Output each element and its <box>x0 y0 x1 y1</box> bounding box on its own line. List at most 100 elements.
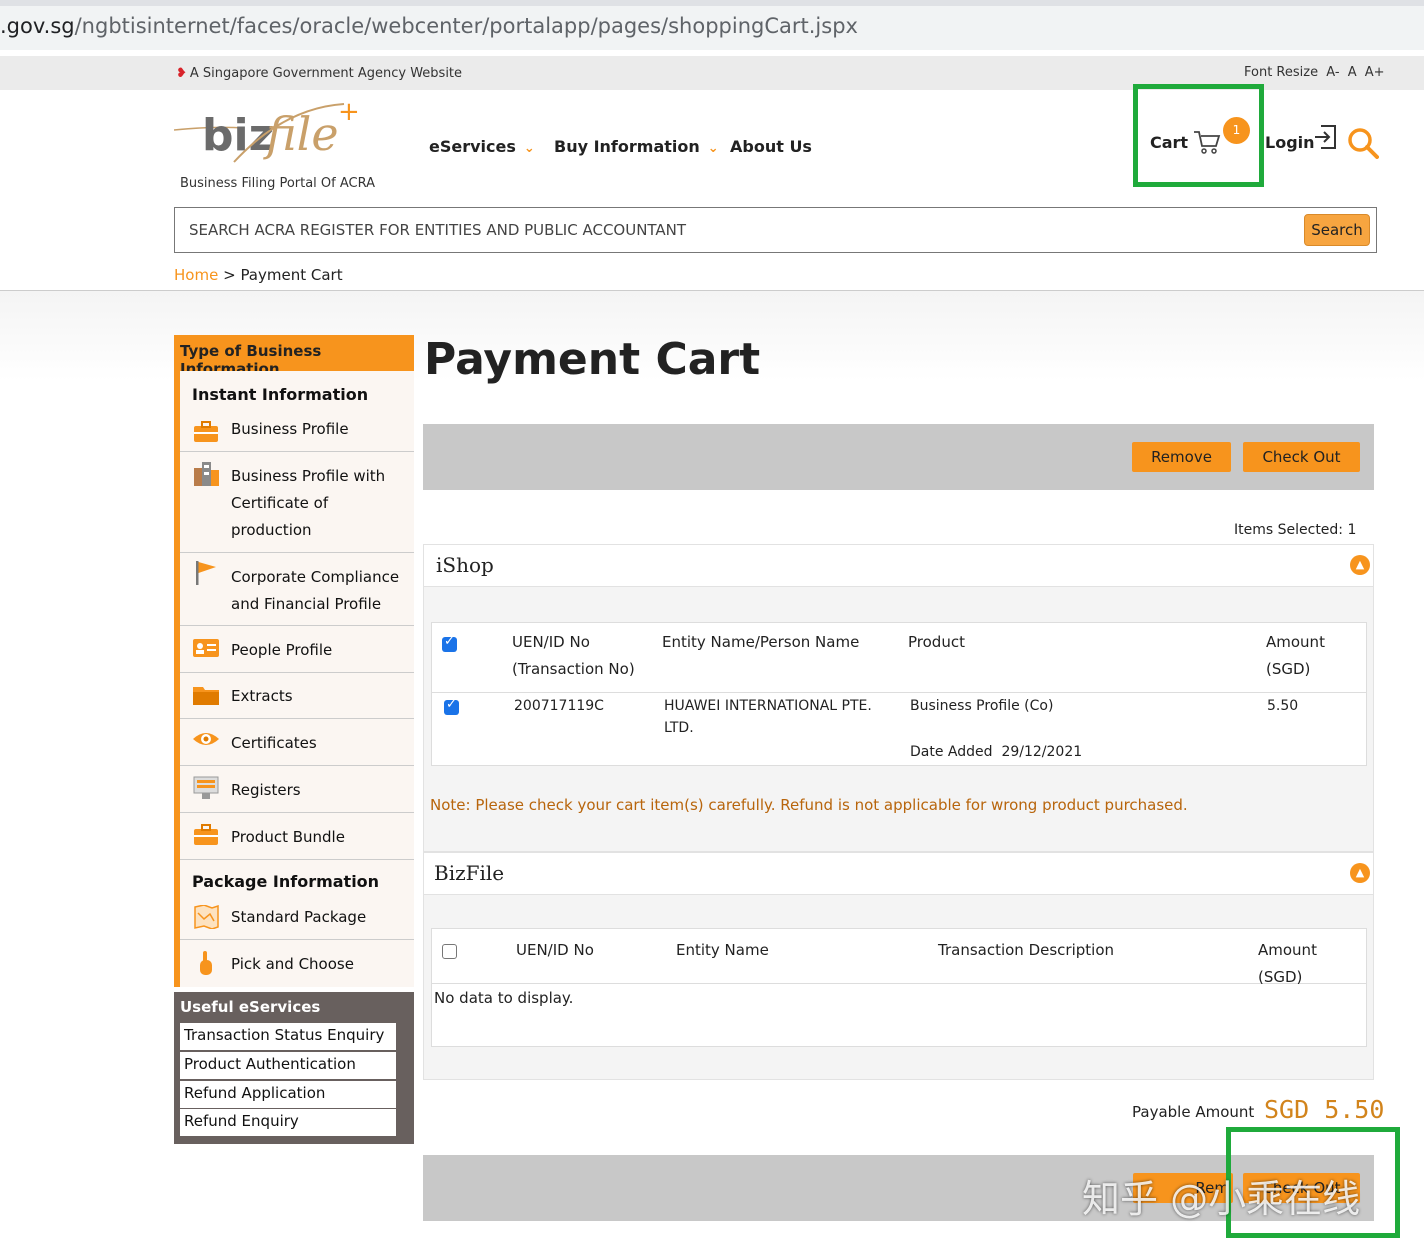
col-uen: UEN/ID No (Transaction No) <box>512 629 635 683</box>
font-normal-button[interactable]: A <box>1348 65 1357 80</box>
row-entity-line2: LTD. <box>664 720 694 736</box>
link-refund-enquiry[interactable]: Refund Enquiry <box>180 1109 396 1136</box>
col-currency-label: (SGD) <box>1266 660 1311 678</box>
search-icon[interactable] <box>1347 127 1379 159</box>
chevron-up-icon[interactable]: ▲ <box>1350 863 1370 883</box>
bizfile-title: BizFile <box>434 861 505 885</box>
sidebar-item-product-bundle[interactable]: Product Bundle <box>180 813 414 860</box>
col-product: Product <box>908 633 965 651</box>
acra-search-input[interactable] <box>189 218 1289 242</box>
row-product: Business Profile (Co) <box>910 698 1054 714</box>
svg-text:+: + <box>338 98 360 127</box>
url-text[interactable]: .gov.sg/ngbtisinternet/faces/oracle/webc… <box>0 14 858 38</box>
nav-about-us[interactable]: About Us <box>730 137 812 156</box>
watermark: 知乎 @小乘在线 <box>1082 1177 1361 1221</box>
col-amount: Amount (SGD) <box>1258 941 1317 986</box>
col-amount-label: Amount <box>1266 633 1325 651</box>
map-icon <box>194 905 219 929</box>
flag-icon <box>196 561 216 585</box>
address-bar[interactable]: .gov.sg/ngbtisinternet/faces/oracle/webc… <box>0 0 1424 50</box>
chevron-down-icon: ⌄ <box>707 141 719 156</box>
cart-note: Note: Please check your cart item(s) car… <box>430 796 1188 814</box>
bizfile-panel: BizFile ▲ UEN/ID No Entity Name Transact… <box>423 852 1374 1080</box>
select-all-checkbox[interactable] <box>442 634 457 652</box>
sidebar-item-certificates[interactable]: Certificates <box>180 719 414 766</box>
table-header-divider <box>432 692 1366 693</box>
ishop-panel-header: iShop ▲ <box>424 545 1373 587</box>
login-icon[interactable] <box>1313 124 1337 150</box>
url-path: /ngbtisinternet/faces/oracle/webcenter/p… <box>74 14 858 38</box>
useful-eservices-title: Useful eServices <box>180 998 321 1016</box>
font-resize-label: Font Resize <box>1244 65 1319 80</box>
nav-about-us-label: About Us <box>730 137 812 156</box>
sidebar-item-business-profile[interactable]: Business Profile <box>180 415 414 452</box>
link-product-authentication[interactable]: Product Authentication <box>180 1052 396 1079</box>
ishop-title: iShop <box>436 553 494 577</box>
page-title: Payment Cart <box>424 334 761 385</box>
ishop-table: UEN/ID No (Transaction No) Entity Name/Pe… <box>431 622 1367 766</box>
nav-eservices-label: eServices <box>429 137 516 156</box>
folder-icon <box>193 687 219 705</box>
checkout-button[interactable]: Check Out <box>1243 442 1360 472</box>
nav-eservices[interactable]: eServices ⌄ <box>429 137 535 156</box>
search-button[interactable]: Search <box>1304 214 1370 246</box>
sidebar-item-business-profile-certificate[interactable]: Business Profile with Certificate of pro… <box>180 452 414 553</box>
remove-button[interactable]: Remove <box>1132 442 1231 472</box>
bizfile-logo[interactable]: biz file + <box>174 98 374 168</box>
sidebar-item-pick-and-choose[interactable]: Pick and Choose <box>180 940 414 987</box>
sidebar-item-standard-package[interactable]: Standard Package <box>180 902 414 940</box>
chevron-up-icon[interactable]: ▲ <box>1350 555 1370 575</box>
row-entity-line1: HUAWEI INTERNATIONAL PTE. <box>664 698 872 714</box>
sidebar-item-registers[interactable]: Registers <box>180 766 414 813</box>
select-all-checkbox[interactable] <box>442 944 457 959</box>
id-card-icon <box>193 639 219 657</box>
nav-buy-information[interactable]: Buy Information ⌄ <box>554 137 719 156</box>
sidebar-item-label: Registers <box>231 781 301 799</box>
sidebar-item-label: Extracts <box>231 687 293 705</box>
sidebar-item-corporate-compliance[interactable]: Corporate Compliance and Financial Profi… <box>180 553 414 626</box>
pointer-hand-icon <box>200 951 212 975</box>
sidebar-item-label: Product Bundle <box>231 828 345 846</box>
row-date-label: Date Added <box>910 744 993 760</box>
login-link[interactable]: Login <box>1265 133 1315 152</box>
bizfile-panel-header: BizFile ▲ <box>424 853 1373 895</box>
link-transaction-status-enquiry[interactable]: Transaction Status Enquiry <box>180 1023 396 1050</box>
sidebar: Type of Business Information Instant Inf… <box>174 335 414 987</box>
briefcase-icon <box>194 421 218 442</box>
sidebar-item-label: People Profile <box>231 641 333 659</box>
sidebar-item-label: Business Profile with Certificate of pro… <box>231 467 386 539</box>
col-description: Transaction Description <box>938 941 1115 959</box>
breadcrumb-separator: > <box>223 266 236 284</box>
building-icon <box>194 462 219 486</box>
sidebar-menu: Instant Information Business Profile Bus… <box>180 371 414 987</box>
row-amount: 5.50 <box>1267 698 1299 714</box>
font-larger-button[interactable]: A+ <box>1365 65 1385 80</box>
chevron-down-icon: ⌄ <box>523 141 535 156</box>
items-selected-count: Items Selected: 1 <box>1234 522 1357 538</box>
link-refund-application[interactable]: Refund Application <box>180 1081 396 1108</box>
eye-icon <box>193 733 219 745</box>
col-uen: UEN/ID No <box>516 941 594 959</box>
useful-eservices: Useful eServices Transaction Status Enqu… <box>174 992 414 1144</box>
empty-state-text: No data to display. <box>434 989 574 1007</box>
breadcrumb: Home > Payment Cart <box>174 266 343 284</box>
row-date-value: 29/12/2021 <box>1001 744 1083 760</box>
sidebar-item-label: Certificates <box>231 734 317 752</box>
register-icon <box>193 776 219 799</box>
gov-notice-text: A Singapore Government Agency Website <box>189 66 463 81</box>
sidebar-heading-package: Package Information <box>192 872 380 891</box>
sidebar-item-label: Standard Package <box>231 908 367 926</box>
row-uen: 200717119C <box>514 698 604 714</box>
font-smaller-button[interactable]: A- <box>1326 65 1339 80</box>
breadcrumb-home[interactable]: Home <box>174 266 218 284</box>
sidebar-item-people-profile[interactable]: People Profile <box>180 626 414 673</box>
sidebar-item-extracts[interactable]: Extracts <box>180 673 414 719</box>
highlight-box-cart <box>1133 84 1264 187</box>
row-checkbox[interactable] <box>444 697 459 715</box>
sidebar-item-label: Business Profile <box>231 420 349 438</box>
logo-tagline: Business Filing Portal Of ACRA <box>180 176 376 191</box>
col-txn-label: (Transaction No) <box>512 660 635 678</box>
payable-label: Payable Amount <box>1132 1103 1255 1121</box>
nav-buy-information-label: Buy Information <box>554 137 700 156</box>
table-header-divider <box>432 983 1366 984</box>
